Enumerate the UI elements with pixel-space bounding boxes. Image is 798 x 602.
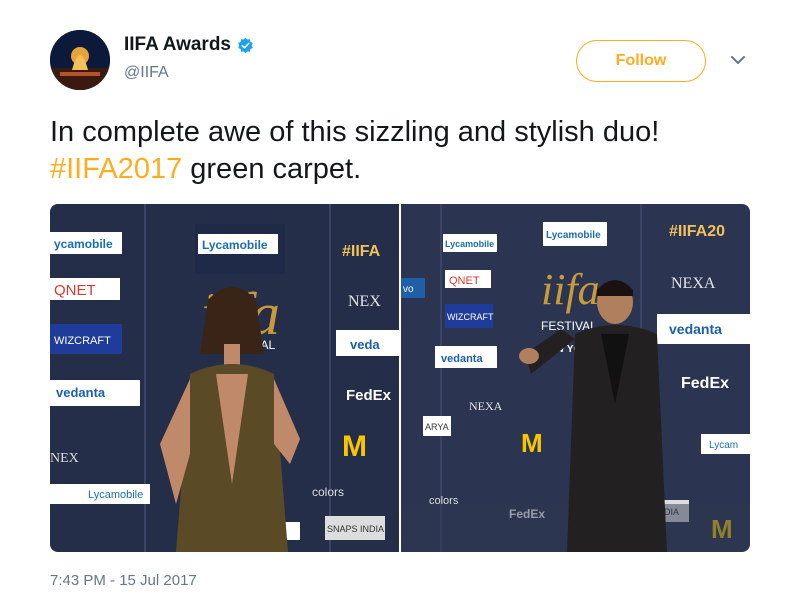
svg-text:M: M [342, 430, 367, 463]
svg-text:vo: vo [403, 284, 414, 295]
svg-text:veda: veda [350, 337, 380, 352]
svg-text:Lycamobile: Lycamobile [546, 230, 601, 241]
svg-text:NEX: NEX [50, 451, 79, 466]
svg-text:NEX: NEX [348, 293, 381, 310]
hashtag-link[interactable]: #IIFA2017 [50, 153, 182, 185]
account-name[interactable]: IIFA Awards [124, 34, 231, 56]
svg-text:M: M [521, 428, 543, 458]
verified-badge-icon [238, 37, 253, 53]
tweet-text-part: green carpet. [182, 153, 362, 185]
tweet-text-part: In complete awe of this sizzling and sty… [50, 116, 660, 148]
account-handle[interactable]: @IIFA [124, 64, 169, 82]
svg-text:SNAPS INDIA: SNAPS INDIA [327, 524, 384, 534]
follow-button[interactable]: Follow [576, 40, 706, 82]
tweet-text: In complete awe of this sizzling and sty… [50, 114, 750, 188]
iifa-logo-avatar [50, 30, 110, 90]
photo-right[interactable]: vo Lycamobile QNET WIZCRAFT vedanta Lyca… [401, 204, 750, 552]
tweet-header: IIFA Awards @IIFA Follow [0, 0, 798, 110]
svg-text:colors: colors [312, 485, 344, 499]
photo-left[interactable]: ycamobile QNET WIZCRAFT vedanta Lycamobi… [50, 204, 399, 552]
photo-right-image: vo Lycamobile QNET WIZCRAFT vedanta Lyca… [401, 204, 750, 552]
media-grid: ycamobile QNET WIZCRAFT vedanta Lycamobi… [50, 204, 750, 552]
svg-text:iifa: iifa [541, 265, 600, 314]
tweet-timestamp[interactable]: 7:43 PM - 15 Jul 2017 [50, 572, 197, 589]
svg-text:#IIFA20: #IIFA20 [669, 223, 725, 240]
svg-text:ARYA: ARYA [425, 422, 449, 432]
photo-left-image: ycamobile QNET WIZCRAFT vedanta Lycamobi… [50, 204, 399, 552]
svg-text:FedEx: FedEx [346, 387, 392, 404]
name-row: IIFA Awards [124, 34, 254, 56]
svg-text:ycamobile: ycamobile [54, 237, 113, 251]
svg-text:#IIFA: #IIFA [342, 243, 381, 260]
svg-text:NEXA: NEXA [671, 275, 716, 292]
svg-text:Lycamobile: Lycamobile [202, 238, 268, 252]
svg-text:vedanta: vedanta [441, 353, 483, 365]
svg-text:NEXA: NEXA [469, 399, 503, 413]
svg-text:FedEx: FedEx [681, 375, 729, 392]
svg-text:Lycamobile: Lycamobile [88, 489, 143, 501]
svg-text:WIZCRAFT: WIZCRAFT [447, 312, 494, 322]
svg-text:vedanta: vedanta [669, 321, 722, 337]
svg-text:vedanta: vedanta [56, 385, 106, 400]
svg-text:Lycam: Lycam [709, 440, 738, 451]
svg-text:QNET: QNET [54, 282, 96, 299]
svg-text:Lycamobile: Lycamobile [445, 239, 494, 249]
svg-text:WIZCRAFT: WIZCRAFT [54, 335, 111, 347]
svg-text:QNET: QNET [449, 275, 480, 287]
avatar[interactable] [50, 30, 110, 90]
chevron-down-icon[interactable] [730, 54, 746, 66]
